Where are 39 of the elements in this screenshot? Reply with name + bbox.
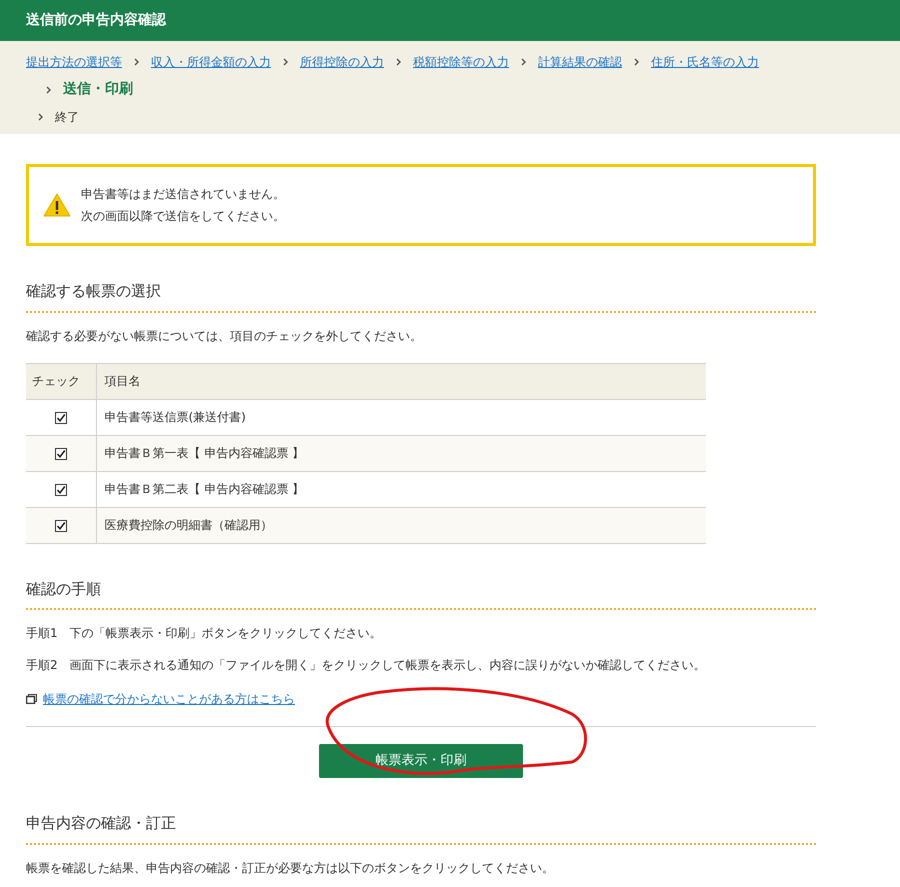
section-heading: 確認の手順 <box>26 578 102 600</box>
page-title: 送信前の申告内容確認 <box>26 10 166 30</box>
chevron-icon <box>283 58 288 66</box>
breadcrumb-link[interactable]: 税額控除等の入力 <box>413 53 509 71</box>
breadcrumb-link[interactable]: 住所・氏名等の入力 <box>651 53 759 71</box>
section-heading: 申告内容の確認・訂正 <box>26 813 177 834</box>
chevron-icon <box>38 113 43 121</box>
checkbox[interactable] <box>54 412 67 424</box>
section-heading: 確認する帳票の選択 <box>26 281 162 302</box>
chevron-icon <box>134 58 139 66</box>
print-button[interactable]: 帳票表示・印刷 <box>319 744 523 778</box>
breadcrumb-link[interactable]: 所得控除の入力 <box>300 53 384 71</box>
table-cell: 申告書Ｂ第二表【 申告内容確認票 】 <box>96 471 706 507</box>
checkbox[interactable] <box>54 448 67 460</box>
chevron-icon <box>521 58 526 66</box>
warning-icon <box>43 193 71 217</box>
step-text: 手順1 下の「帳票表示・印刷」ボタンをクリックしてください。 <box>26 625 383 642</box>
checkbox[interactable] <box>54 520 67 532</box>
table-cell: 申告書等送信票(兼送付書) <box>96 399 706 435</box>
column-header: チェック <box>26 363 96 399</box>
chevron-icon <box>634 58 639 66</box>
breadcrumb-link[interactable]: 提出方法の選択等 <box>26 53 122 71</box>
description-text: 確認する必要がない帳票については、項目のチェックを外してください。 <box>26 328 423 344</box>
window-icon <box>26 694 37 704</box>
column-header: 項目名 <box>96 363 706 399</box>
breadcrumb-link[interactable]: 計算結果の確認 <box>538 53 622 71</box>
table-cell: 医療費控除の明細書（確認用） <box>96 507 706 543</box>
description-text: 帳票を確認した結果、申告内容の確認・訂正が必要な方は以下のボタンをクリックしてください。 <box>26 860 555 876</box>
warning-text: 次の画面以降で送信をしてください。 <box>81 208 285 225</box>
breadcrumb-link[interactable]: 収入・所得金額の入力 <box>151 53 271 71</box>
chevron-icon <box>396 58 401 66</box>
help-link[interactable]: 帳票の確認で分からないことがある方はこちら <box>43 690 295 708</box>
checkbox[interactable] <box>54 484 67 496</box>
table-cell: 申告書Ｂ第一表【 申告内容確認票 】 <box>96 435 706 471</box>
step-text: 手順2 画面下に表示される通知の「ファイルを開く」をクリックして帳票を表示し、内容に誤りがないか確認してください。 <box>26 657 707 674</box>
chevron-icon <box>46 86 51 94</box>
breadcrumb-step: 終了 <box>55 108 79 126</box>
breadcrumb-current: 送信・印刷 <box>63 80 133 99</box>
warning-text: 申告書等はまだ送信されていません。 <box>81 186 285 203</box>
